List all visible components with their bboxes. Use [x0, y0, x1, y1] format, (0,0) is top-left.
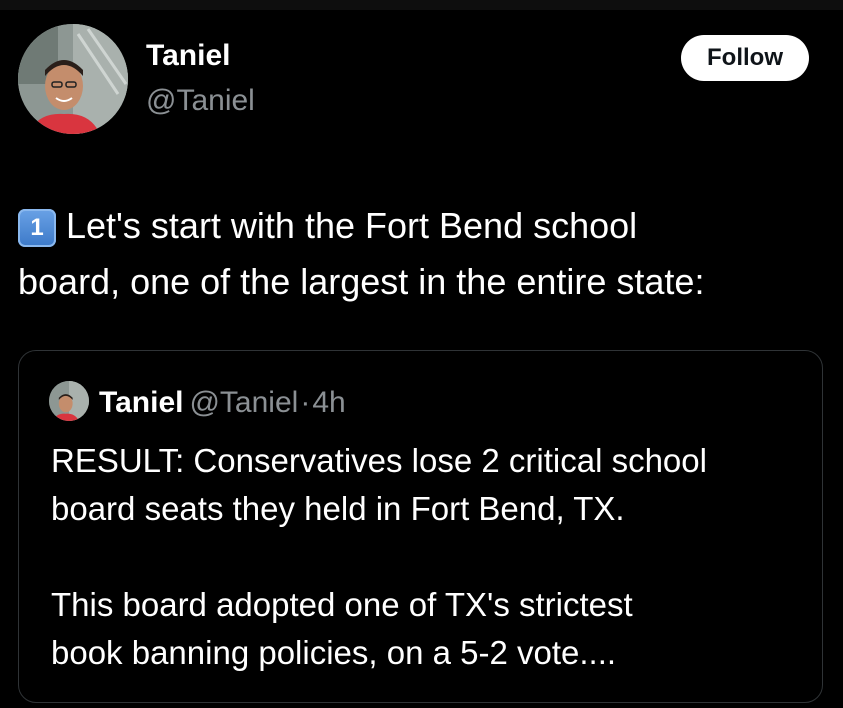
tweet-text-line1: Let's start with the Fort Bend school	[66, 205, 638, 246]
author-display-name[interactable]: Taniel	[146, 38, 230, 74]
tweet-text-line2: board, one of the largest in the entire …	[18, 261, 705, 302]
quoted-p2-line1: This board adopted one of TX's strictest	[51, 586, 633, 623]
author-handle[interactable]: @Taniel	[146, 83, 255, 119]
tweet-post: Taniel @Taniel Follow 1 Let's start with …	[0, 0, 843, 708]
quoted-author-avatar	[49, 381, 89, 421]
tweet-text: 1 Let's start with the Fort Bend school b…	[18, 198, 823, 310]
quoted-tweet-header: Taniel @Taniel·4h	[99, 383, 346, 423]
author-avatar[interactable]	[18, 24, 128, 134]
avatar-photo-icon	[49, 381, 89, 421]
quoted-author-handle: @Taniel	[189, 386, 299, 419]
quoted-timestamp: 4h	[312, 386, 346, 419]
quoted-p1-line1: RESULT: Conservatives lose 2 critical sc…	[51, 442, 707, 479]
quoted-tweet-card[interactable]: Taniel @Taniel·4h RESULT: Conservatives l…	[18, 350, 823, 703]
top-divider	[0, 0, 843, 10]
separator-dot: ·	[300, 386, 311, 419]
quoted-p2-line2: book banning policies, on a 5-2 vote....	[51, 634, 617, 671]
quoted-paragraph-1: RESULT: Conservatives lose 2 critical sc…	[51, 437, 811, 533]
follow-button[interactable]: Follow	[681, 35, 809, 81]
quoted-paragraph-2: This board adopted one of TX's strictest…	[51, 581, 811, 677]
quoted-p1-line2: board seats they held in Fort Bend, TX.	[51, 490, 625, 527]
quoted-author-name: Taniel	[99, 386, 184, 419]
keycap-one-emoji-icon: 1	[18, 209, 56, 247]
avatar-photo-icon	[18, 24, 128, 134]
quoted-tweet-body: RESULT: Conservatives lose 2 critical sc…	[51, 437, 811, 677]
